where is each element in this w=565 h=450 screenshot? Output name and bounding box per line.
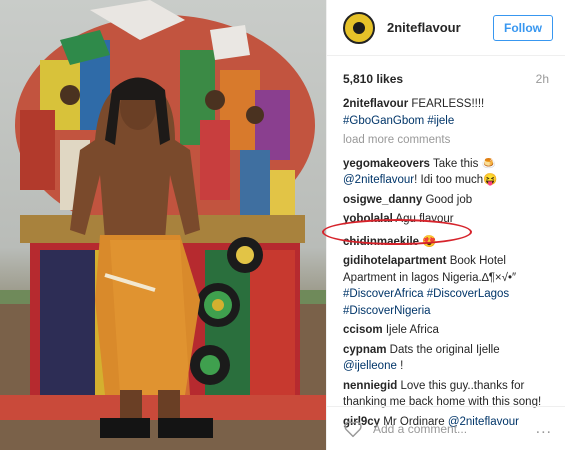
comment-username[interactable]: cypnam bbox=[343, 344, 386, 356]
comment-username[interactable]: ccisom bbox=[343, 324, 383, 336]
more-dots-icon[interactable]: ... bbox=[536, 420, 552, 438]
photo-illustration bbox=[0, 0, 326, 450]
comment-username[interactable]: chidinmaekile bbox=[343, 236, 419, 248]
comment-text: Ijele Africa bbox=[382, 324, 439, 336]
caption-username[interactable]: 2niteflavour bbox=[343, 98, 408, 110]
post-stats: 5,810 likes 2h bbox=[327, 56, 565, 86]
post-side-panel: 2niteflavour Follow 5,810 likes 2h 2nite… bbox=[326, 0, 565, 450]
post-header: 2niteflavour Follow bbox=[327, 0, 565, 56]
comment-text: Good job bbox=[422, 193, 473, 206]
heart-eyes-emoji: 😍 bbox=[422, 235, 437, 248]
avatar[interactable] bbox=[343, 11, 375, 44]
pudding-emoji: 🍮 bbox=[481, 157, 496, 170]
comment-footer: Add a comment... ... bbox=[327, 406, 565, 450]
comment-item: cypnam Dats the original Ijelle @ijelleo… bbox=[343, 342, 549, 375]
comment-username[interactable]: yobolalal bbox=[343, 213, 393, 225]
comment-item-highlighted: chidinmaekile 😍 bbox=[343, 234, 549, 251]
comment-mention[interactable]: @ijelleone bbox=[343, 360, 397, 372]
load-more-comments[interactable]: load more comments bbox=[343, 132, 549, 149]
comment-text-2: ! bbox=[396, 360, 404, 372]
comments-list: 2niteflavour FEARLESS!!!! #GboGanGbom #i… bbox=[327, 86, 565, 430]
caption-text: FEARLESS!!!! bbox=[408, 98, 485, 110]
comment-username[interactable]: nenniegid bbox=[343, 380, 397, 392]
avatar-logo bbox=[350, 18, 368, 37]
caption: 2niteflavour FEARLESS!!!! #GboGanGbom #i… bbox=[343, 96, 549, 129]
follow-button[interactable]: Follow bbox=[493, 14, 553, 41]
comment-text: Agu flavour bbox=[392, 213, 454, 225]
comment-item: osigwe_danny Good job bbox=[343, 192, 549, 209]
tongue-emoji: 😝 bbox=[483, 174, 498, 186]
comment-username[interactable]: osigwe_danny bbox=[343, 194, 422, 206]
comment-hashtags[interactable]: #DiscoverAfrica #DiscoverLagos #Discover… bbox=[343, 288, 509, 317]
caption-hashtags[interactable]: #GboGanGbom #ijele bbox=[343, 115, 454, 127]
post-photo[interactable] bbox=[0, 0, 326, 450]
comment-username[interactable]: gidihotelapartment bbox=[343, 255, 447, 267]
comment-mention[interactable]: @2niteflavour bbox=[343, 174, 414, 186]
header-username[interactable]: 2niteflavour bbox=[387, 20, 493, 35]
comment-text: Take this bbox=[429, 157, 482, 170]
comment-text: Dats the original Ijelle bbox=[386, 343, 500, 356]
comment-username[interactable]: yegomakeovers bbox=[343, 158, 430, 170]
comment-item: yegomakeovers Take this 🍮 @2niteflavour!… bbox=[343, 156, 549, 189]
post-time: 2h bbox=[535, 72, 549, 86]
comment-item: gidihotelapartment Book Hotel Apartment … bbox=[343, 253, 549, 319]
comment-item: ccisom Ijele Africa bbox=[343, 322, 549, 339]
comment-text-2: ! Idi too much bbox=[414, 174, 484, 186]
add-comment-input[interactable]: Add a comment... bbox=[373, 422, 536, 436]
heart-outline-icon[interactable] bbox=[343, 420, 363, 438]
comment-item: yobolalal Agu flavour bbox=[343, 211, 549, 228]
likes-count[interactable]: 5,810 likes bbox=[343, 72, 403, 86]
